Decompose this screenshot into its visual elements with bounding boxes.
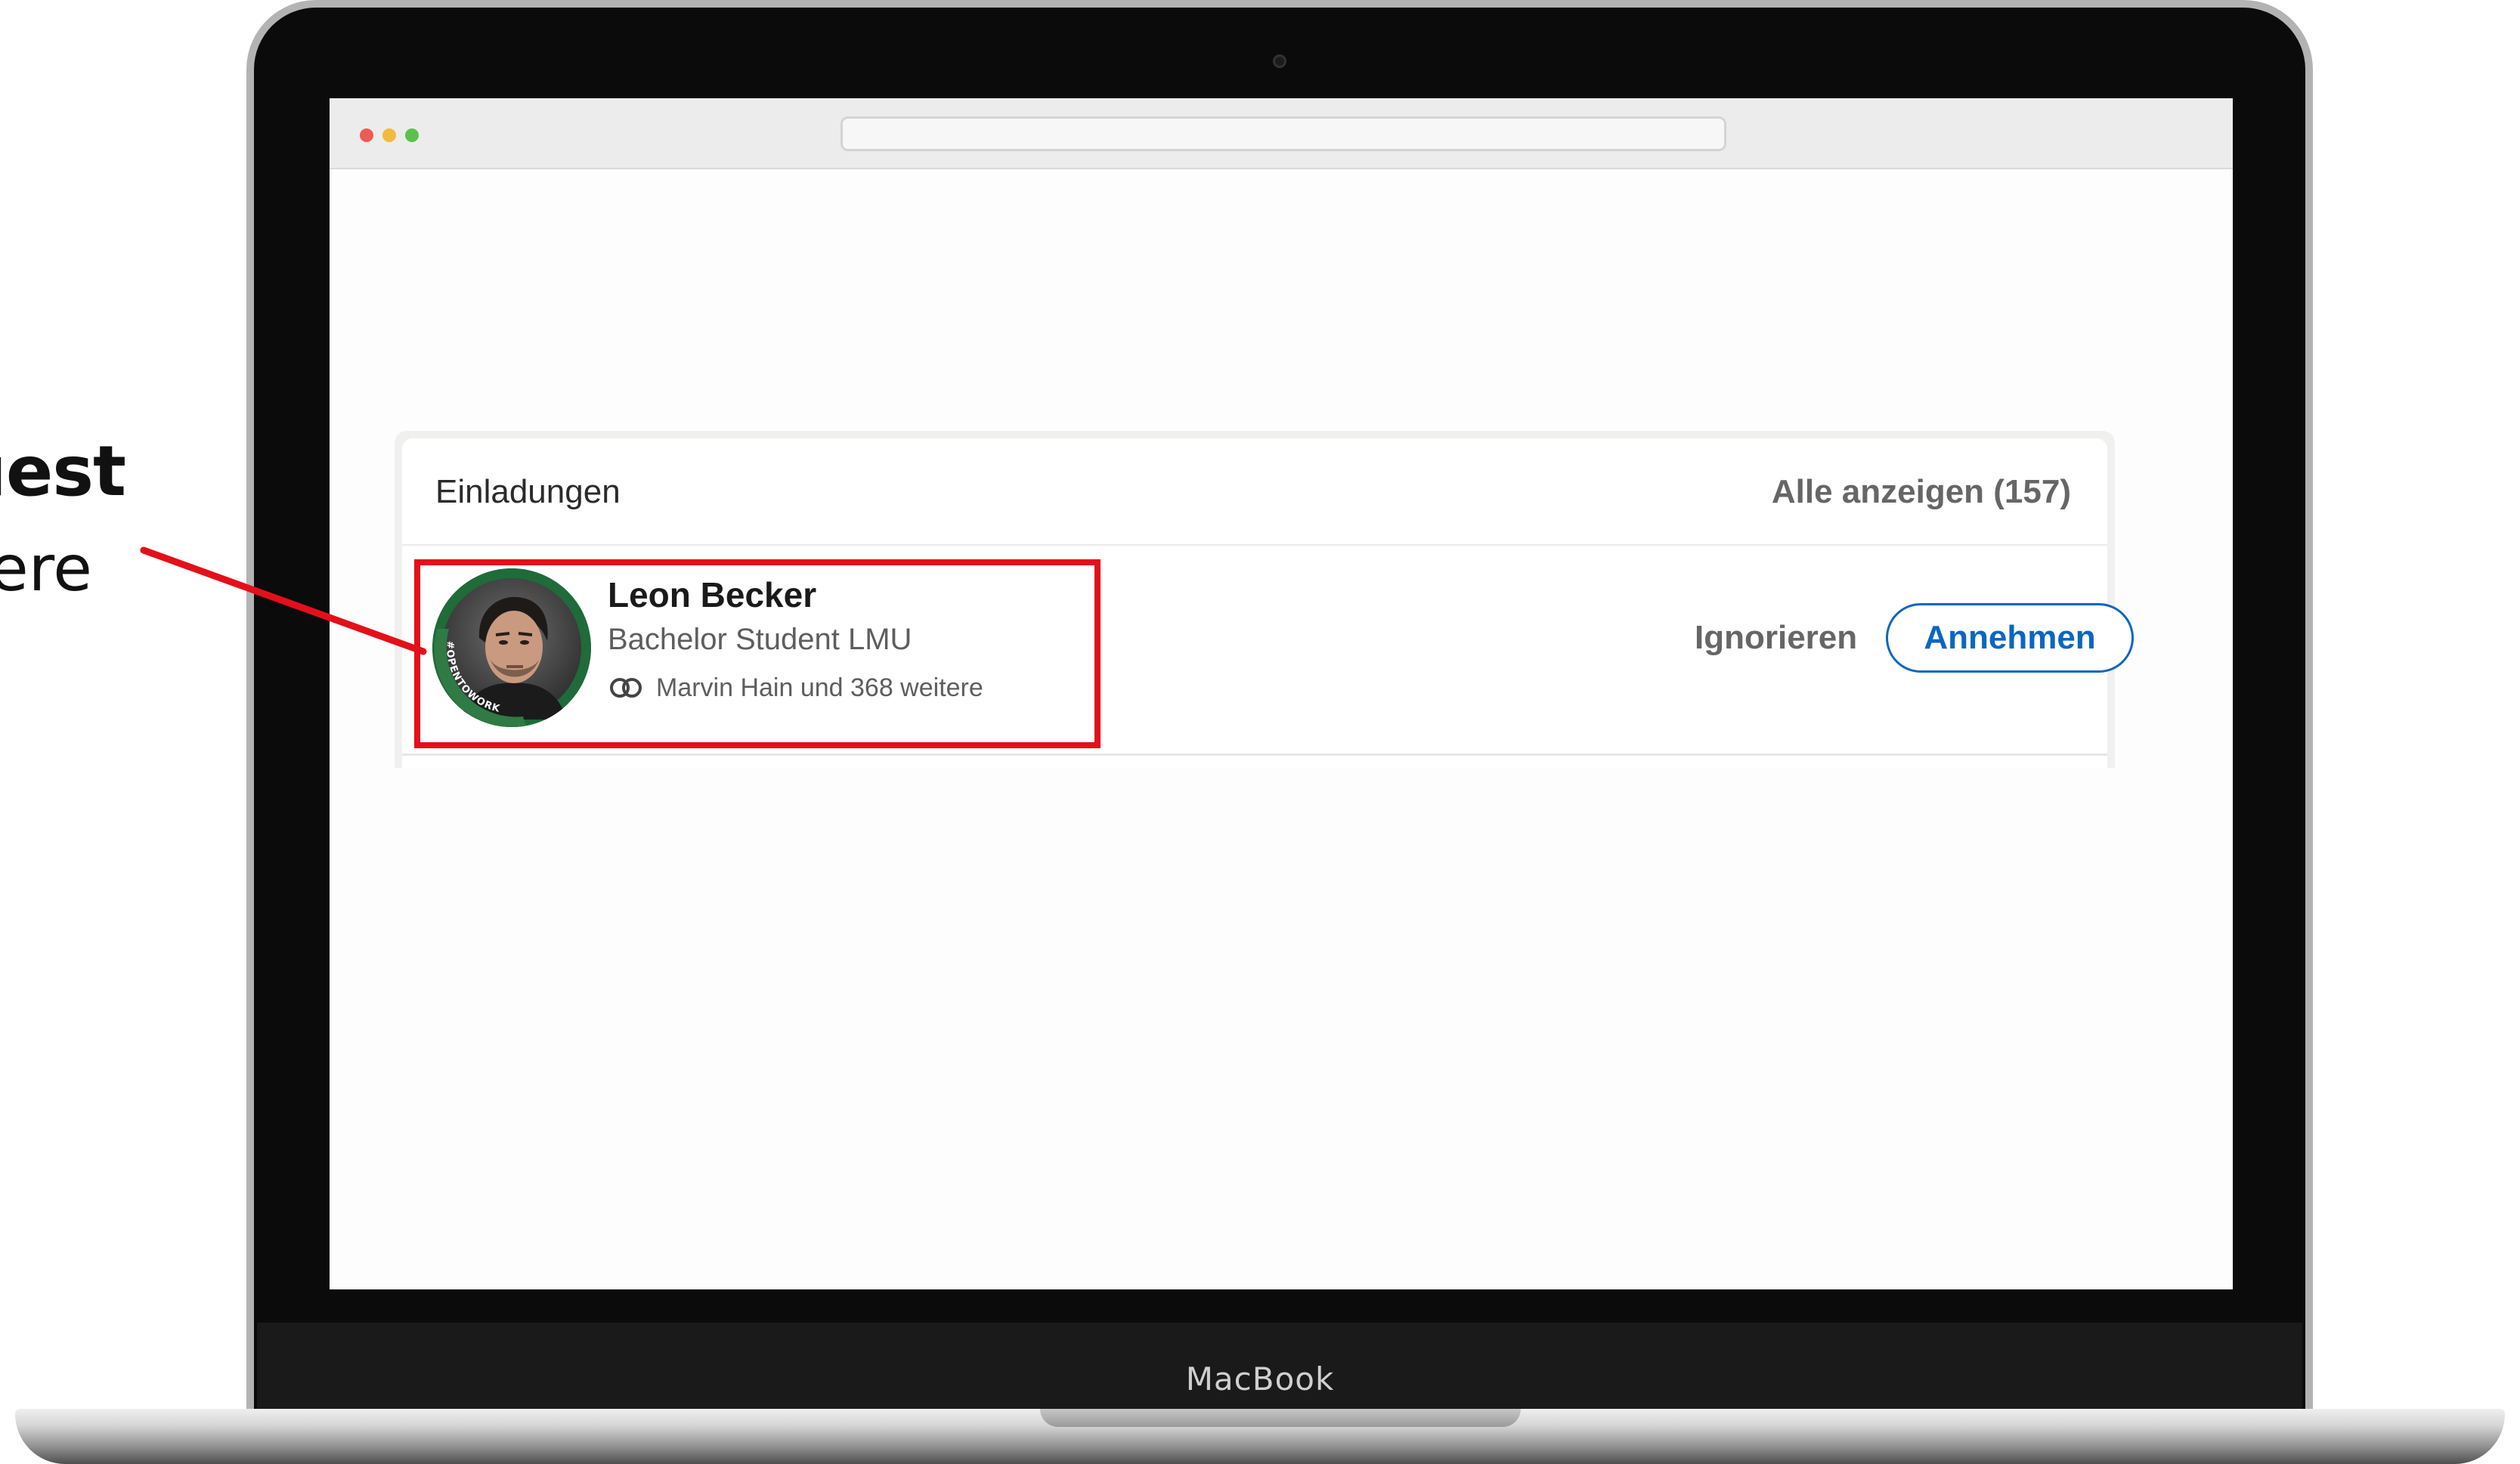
see-all-link[interactable]: Alle anzeigen (157)	[1772, 473, 2071, 511]
invitation-headline: Bachelor Student LMU	[608, 623, 912, 656]
mutual-connections-label: Marvin Hain und 368 weitere	[656, 673, 983, 702]
browser-toolbar	[330, 98, 2233, 169]
device-label: MacBook	[1185, 1360, 1335, 1397]
close-window-icon[interactable]	[360, 128, 373, 142]
maximize-window-icon[interactable]	[405, 128, 419, 142]
invitations-title: Einladungen	[435, 473, 621, 510]
camera-icon	[1273, 54, 1286, 68]
accept-button[interactable]: Annehmen	[1886, 603, 2134, 673]
ignore-button[interactable]: Ignorieren	[1679, 603, 1872, 673]
invitations-card-body: Einladungen Alle anzeigen (157) #OPENTOW…	[402, 438, 2134, 768]
invitation-name[interactable]: Leon Becker	[608, 574, 816, 615]
annotation-title: uest	[0, 431, 126, 512]
laptop-notch	[1040, 1409, 1521, 1427]
profile-photo-icon: #OPENTOWORK	[432, 568, 591, 727]
minimize-window-icon[interactable]	[382, 128, 396, 142]
avatar[interactable]: #OPENTOWORK	[432, 568, 591, 727]
invitation-row: #OPENTOWORK Leon Becker Bachelor Student…	[402, 546, 2134, 756]
mutual-connections[interactable]: Marvin Hain und 368 weitere	[608, 671, 983, 704]
address-bar[interactable]	[841, 116, 1726, 151]
screen: Einladungen Alle anzeigen (157) #OPENTOW…	[330, 98, 2233, 1289]
invitations-header: Einladungen Alle anzeigen (157)	[402, 438, 2107, 546]
annotation-subtitle: ere	[0, 531, 92, 605]
invitations-card: Einladungen Alle anzeigen (157) #OPENTOW…	[395, 431, 2134, 768]
mutual-connections-icon	[610, 678, 642, 698]
